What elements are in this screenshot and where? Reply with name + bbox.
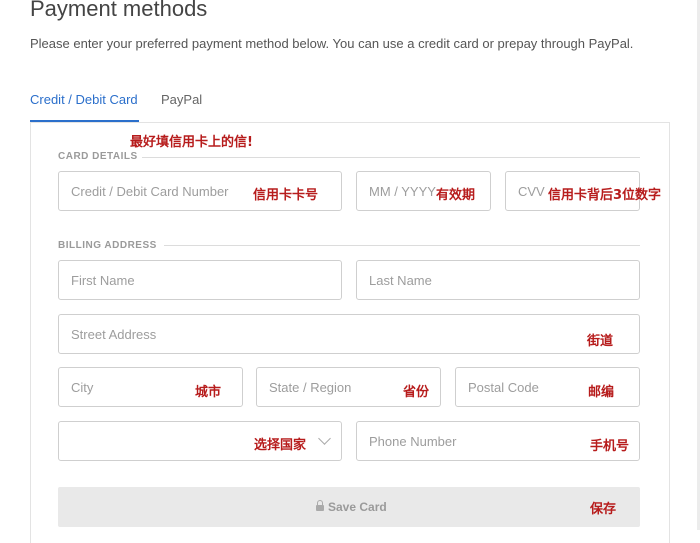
first-name-input[interactable]: First Name [58, 260, 342, 300]
state-region-placeholder: State / Region [269, 380, 352, 395]
annotation-card-number: 信用卡卡号 [253, 188, 319, 203]
street-address-input[interactable]: Street Address [58, 314, 640, 354]
tab-paypal[interactable]: PayPal [161, 92, 202, 107]
last-name-placeholder: Last Name [369, 273, 432, 288]
annotation-expiry: 有效期 [436, 188, 476, 203]
phone-number-placeholder: Phone Number [369, 434, 457, 449]
chevron-down-icon [318, 432, 331, 445]
save-card-button[interactable]: Save Card [58, 487, 640, 527]
save-card-label: Save Card [328, 500, 387, 514]
postal-code-placeholder: Postal Code [468, 380, 539, 395]
annotation-cvv: 信用卡背后3位数字 [548, 188, 662, 203]
first-name-placeholder: First Name [71, 273, 135, 288]
street-address-placeholder: Street Address [71, 327, 157, 342]
annotation-country: 选择国家 [254, 438, 307, 453]
expiry-placeholder: MM / YYYY [369, 184, 436, 199]
city-placeholder: City [71, 380, 94, 395]
page-title: Payment methods [30, 0, 208, 21]
annotation-street: 街道 [587, 334, 614, 349]
card-details-label: CARD DETAILS [58, 151, 138, 162]
billing-address-label: BILLING ADDRESS [58, 240, 157, 251]
cvv-placeholder: CVV [518, 184, 545, 199]
annotation-state: 省份 [403, 385, 430, 400]
card-details-divider [142, 157, 640, 158]
annotation-phone: 手机号 [590, 439, 630, 454]
last-name-input[interactable]: Last Name [356, 260, 640, 300]
save-card-label-wrap: Save Card [316, 500, 387, 514]
billing-address-divider [164, 245, 640, 246]
annotation-postal: 邮编 [588, 385, 615, 400]
annotation-save: 保存 [590, 502, 617, 517]
annotation-city: 城市 [195, 385, 222, 400]
tab-credit-debit-card[interactable]: Credit / Debit Card [30, 92, 138, 107]
card-number-placeholder: Credit / Debit Card Number [71, 184, 229, 199]
page-subtitle: Please enter your preferred payment meth… [30, 36, 634, 51]
annotation-fill-info: 最好填信用卡上的信! [130, 135, 253, 150]
lock-icon [316, 500, 324, 511]
